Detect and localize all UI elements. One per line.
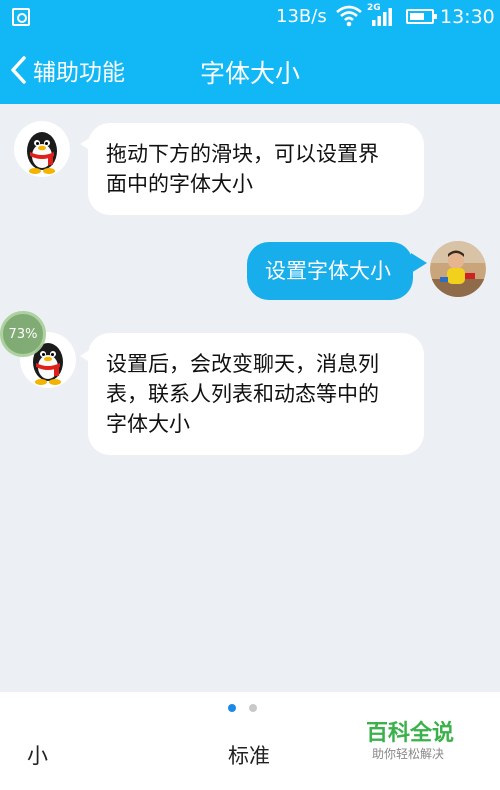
bubble-tail [411, 253, 427, 273]
signal-icon [372, 8, 392, 26]
user-photo-avatar [430, 241, 486, 297]
wifi-icon [336, 5, 362, 27]
watermark-subtitle: 助你轻松解决 [372, 747, 445, 761]
message-line: 字体大小 [106, 412, 190, 436]
pager-dot-active [228, 704, 236, 712]
back-label: 辅助功能 [33, 60, 125, 86]
message-line: 设置后，会改变聊天，消息列 [106, 352, 379, 376]
status-bar: 13B/s 2G 13:30 [0, 0, 500, 34]
message-bubble: 设置后，会改变聊天，消息列 表，联系人列表和动态等中的 字体大小 [88, 333, 424, 455]
gallery-icon [12, 8, 30, 26]
chat-preview: 拖动下方的滑块，可以设置界 面中的字体大小 设置字体大小 设置后，会改变聊天，消… [0, 104, 500, 692]
pager-dot[interactable] [249, 704, 257, 712]
watermark-title: 百科全说 [366, 721, 455, 746]
font-size-panel: 小 标准 百科全说 助你轻松解决 [0, 692, 500, 790]
message-bubble-self: 设置字体大小 [247, 242, 413, 300]
font-size-small-option[interactable]: 小 [27, 740, 48, 770]
message-line: 设置字体大小 [265, 259, 391, 283]
battery-icon [406, 9, 437, 24]
font-size-standard-option[interactable]: 标准 [228, 740, 270, 770]
message-bubble: 拖动下方的滑块，可以设置界 面中的字体大小 [88, 123, 424, 215]
network-speed: 13B/s [276, 6, 327, 27]
qq-penguin-avatar [14, 121, 70, 177]
floating-memory-badge[interactable]: 73% [0, 311, 46, 357]
back-button[interactable]: 辅助功能 [8, 52, 125, 88]
clock: 13:30 [440, 6, 495, 28]
chevron-left-icon [11, 56, 26, 84]
page-title: 字体大小 [199, 59, 300, 88]
title-bar: 辅助功能 字体大小 [0, 34, 500, 104]
message-line: 拖动下方的滑块，可以设置界 [106, 142, 379, 166]
message-line: 表，联系人列表和动态等中的 [106, 382, 379, 406]
message-line: 面中的字体大小 [106, 172, 253, 196]
